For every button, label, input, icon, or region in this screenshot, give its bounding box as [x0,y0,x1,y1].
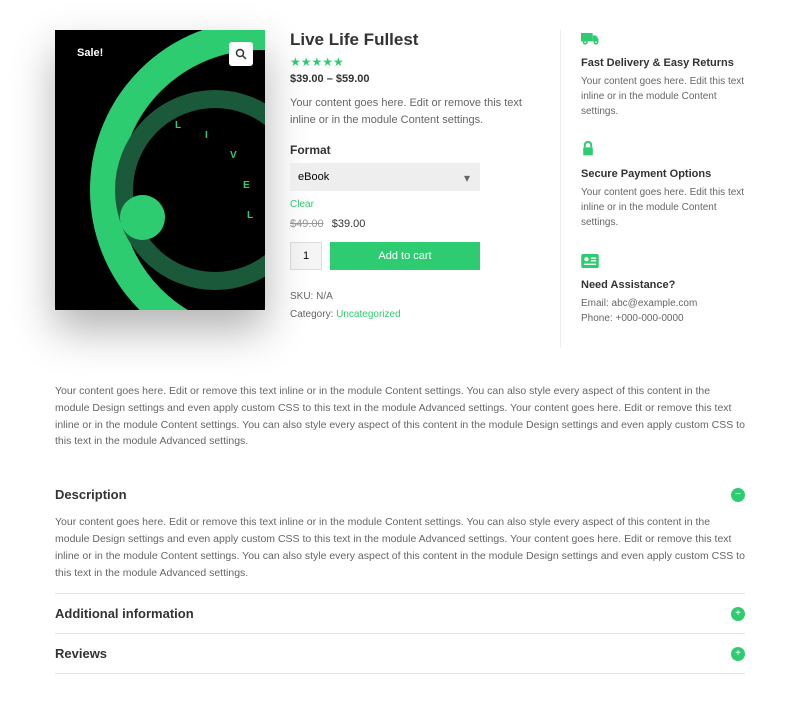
price-range: $39.00 – $59.00 [290,73,535,85]
accordion-description-body: Your content goes here. Edit or remove t… [55,514,745,593]
assist-phone: Phone: +000-000-0000 [581,311,745,326]
product-image[interactable]: L I V E L Sale! [55,30,265,310]
card-icon [581,252,745,273]
plus-icon: + [731,607,745,621]
format-label: Format [290,143,535,157]
truck-icon [581,30,745,51]
accordion-title: Reviews [55,646,107,661]
cover-letter: I [205,130,208,141]
category-link[interactable]: Uncategorized [336,309,400,320]
quantity-input[interactable] [290,242,322,270]
accordion-description-header[interactable]: Description − [55,475,745,514]
payment-title: Secure Payment Options [581,168,745,180]
cover-letter: E [243,180,250,191]
product-description: Your content goes here. Edit or remove t… [290,95,535,128]
accordion-additional-header[interactable]: Additional information + [55,594,745,633]
accordion-additional: Additional information + [55,594,745,634]
accordion-title: Description [55,487,127,502]
cover-graphic-dot [120,195,165,240]
zoom-button[interactable] [229,42,253,66]
rating-stars: ★★★★★ [290,55,535,69]
original-price: $49.00 [290,218,324,230]
clear-link[interactable]: Clear [290,199,535,210]
add-to-cart-button[interactable]: Add to cart [330,242,480,270]
magnify-icon [235,48,247,60]
format-select[interactable]: eBook [290,163,480,191]
category-row: Category: Uncategorized [290,306,535,324]
accordion-description: Description − Your content goes here. Ed… [55,475,745,594]
accordion-title: Additional information [55,606,194,621]
cover-letter: L [175,120,181,131]
assist-email: Email: abc@example.com [581,296,745,311]
cover-letter: L [247,210,253,221]
accordion-reviews-header[interactable]: Reviews + [55,634,745,673]
minus-icon: − [731,488,745,502]
long-description: Your content goes here. Edit or remove t… [55,383,745,450]
payment-text: Your content goes here. Edit this text i… [581,185,745,230]
accordion-reviews: Reviews + [55,634,745,674]
plus-icon: + [731,647,745,661]
lock-icon [581,141,745,162]
sale-price: $39.00 [332,218,366,230]
delivery-text: Your content goes here. Edit this text i… [581,74,745,119]
product-title: Live Life Fullest [290,30,535,50]
sale-badge: Sale! [67,42,113,64]
assist-title: Need Assistance? [581,279,745,291]
cover-letter: V [230,150,237,161]
sku-row: SKU: N/A [290,288,535,306]
delivery-title: Fast Delivery & Easy Returns [581,57,745,69]
variation-price: $49.00 $39.00 [290,218,535,230]
